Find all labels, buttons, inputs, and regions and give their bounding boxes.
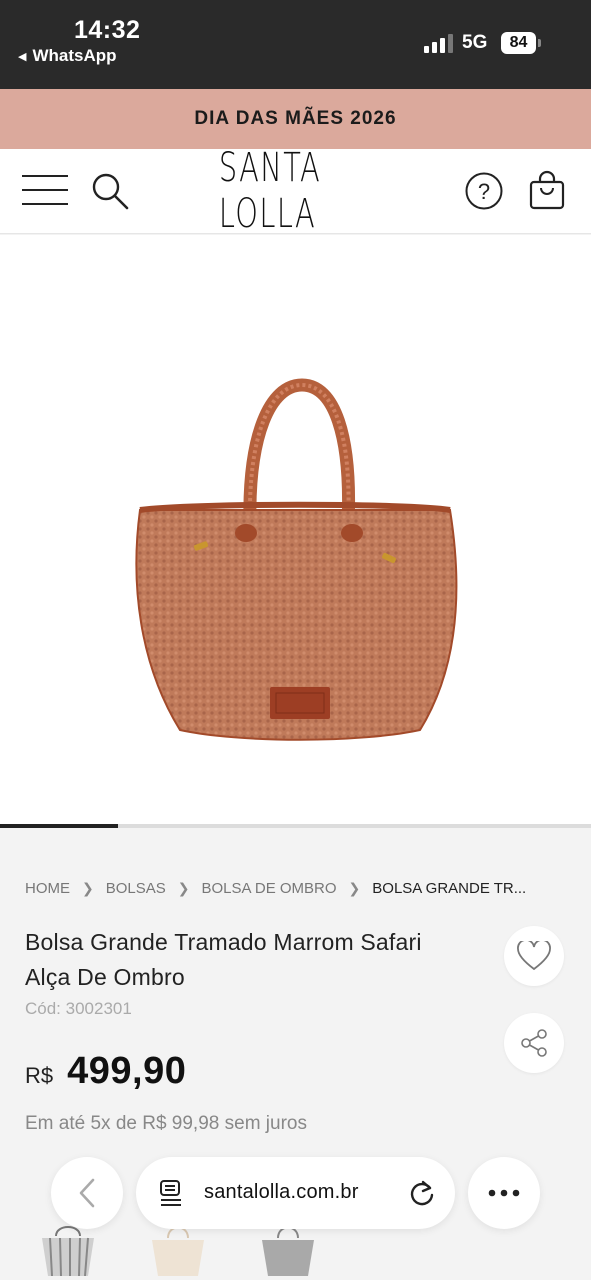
status-time: 14:32 — [74, 16, 141, 44]
product-title-line2: Alça De Ombro — [25, 964, 185, 990]
signal-icon — [424, 33, 454, 53]
shopping-bag-icon[interactable] — [528, 169, 566, 211]
url-bar[interactable]: santalolla.com.br — [136, 1157, 455, 1229]
site-header: SANTA LOLLA ? — [0, 145, 591, 237]
network-label: 5G — [462, 32, 488, 53]
share-icon — [521, 1029, 547, 1057]
chevron-right-icon: ❯ — [348, 879, 361, 896]
thumbnail-gray-bag[interactable] — [258, 1222, 318, 1276]
breadcrumb-bolsas[interactable]: BOLSAS — [106, 880, 166, 897]
back-to-app-link[interactable]: ◀ WhatsApp — [18, 46, 117, 66]
breadcrumb-home[interactable]: HOME — [25, 880, 70, 897]
product-code: Cód: 3002301 — [25, 999, 132, 1018]
status-bar: 14:32 ◀ WhatsApp 5G 84 — [0, 0, 591, 89]
breadcrumb-current: BOLSA GRANDE TR... — [372, 879, 527, 897]
installments-text: Em até 5x de R$ 99,98 sem juros — [25, 1113, 307, 1134]
favorite-button[interactable] — [504, 926, 564, 986]
page-icon[interactable] — [158, 1179, 184, 1207]
breadcrumb-bolsa-de-ombro[interactable]: BOLSA DE OMBRO — [202, 880, 337, 897]
site-logo[interactable]: SANTA LOLLA — [219, 145, 367, 237]
back-triangle-icon: ◀ — [18, 50, 27, 63]
browser-back-button[interactable] — [51, 1157, 123, 1229]
carousel-progress-track — [0, 824, 591, 828]
more-icon — [488, 1189, 520, 1197]
carousel-progress-bar — [0, 824, 119, 828]
thumbnail-striped-bag[interactable] — [38, 1222, 98, 1276]
chevron-right-icon: ❯ — [82, 879, 94, 896]
product-bag-image — [135, 378, 458, 741]
chevron-right-icon: ❯ — [177, 879, 190, 896]
search-icon[interactable] — [90, 171, 130, 211]
heart-icon — [517, 941, 551, 971]
svg-text:?: ? — [478, 179, 490, 204]
price-currency: R$ — [25, 1063, 54, 1088]
url-text[interactable]: santalolla.com.br — [204, 1181, 359, 1204]
back-arrow-icon — [79, 1178, 95, 1208]
share-button[interactable] — [504, 1013, 564, 1073]
thumbnail-beige-bag[interactable] — [148, 1222, 208, 1276]
product-image-gallery[interactable] — [0, 235, 591, 824]
battery-icon: 84 — [501, 32, 536, 54]
price-value: 499,90 — [67, 1050, 187, 1092]
browser-more-button[interactable] — [468, 1157, 540, 1229]
promo-banner[interactable]: DIA DAS MÃES 2026 — [0, 89, 591, 149]
price-row: R$ 499,90 — [25, 1050, 186, 1093]
breadcrumb: HOME ❯ BOLSAS ❯ BOLSA DE OMBRO ❯ BOLSA G… — [25, 878, 526, 898]
reload-icon[interactable] — [408, 1179, 436, 1207]
battery-tip — [538, 39, 541, 47]
product-title-line1: Bolsa Grande Tramado Marrom Safari — [25, 929, 422, 955]
back-app-label: WhatsApp — [32, 46, 117, 65]
help-icon[interactable]: ? — [464, 171, 504, 211]
menu-icon[interactable] — [22, 173, 68, 207]
product-title: Bolsa Grande Tramado Marrom Safari Alça … — [25, 925, 475, 995]
